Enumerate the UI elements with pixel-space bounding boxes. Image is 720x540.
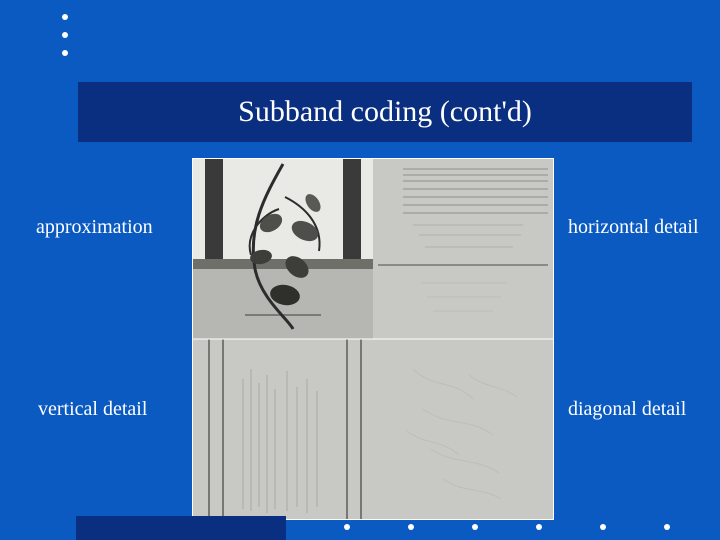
- label-horizontal: horizontal detail: [568, 216, 699, 239]
- label-approximation: approximation: [36, 216, 153, 239]
- bullet-dots-top: [62, 14, 68, 68]
- bullet-dot-icon: [62, 14, 68, 20]
- subband-grid: [192, 158, 554, 520]
- bullet-dot-icon: [62, 32, 68, 38]
- bullet-dot-icon: [600, 524, 606, 530]
- label-diagonal: diagonal detail: [568, 398, 686, 421]
- label-vertical: vertical detail: [38, 398, 147, 421]
- diagonal-detail-image-icon: [373, 339, 553, 519]
- bullet-dot-icon: [664, 524, 670, 530]
- approximation-image-icon: [193, 159, 373, 339]
- horizontal-detail-image-icon: [373, 159, 553, 339]
- diagonal-detail-panel: [373, 339, 553, 519]
- slide-title: Subband coding (cont'd): [238, 95, 532, 129]
- horizontal-detail-panel: [373, 159, 553, 339]
- footer-accent-bar: [76, 516, 286, 540]
- vertical-detail-panel: [193, 339, 373, 519]
- vertical-detail-image-icon: [193, 339, 373, 519]
- approximation-panel: [193, 159, 373, 339]
- bullet-dot-icon: [472, 524, 478, 530]
- footer-dots: [344, 524, 670, 530]
- bullet-dot-icon: [536, 524, 542, 530]
- title-bar: Subband coding (cont'd): [78, 82, 692, 142]
- bullet-dot-icon: [408, 524, 414, 530]
- bullet-dot-icon: [344, 524, 350, 530]
- bullet-dot-icon: [62, 50, 68, 56]
